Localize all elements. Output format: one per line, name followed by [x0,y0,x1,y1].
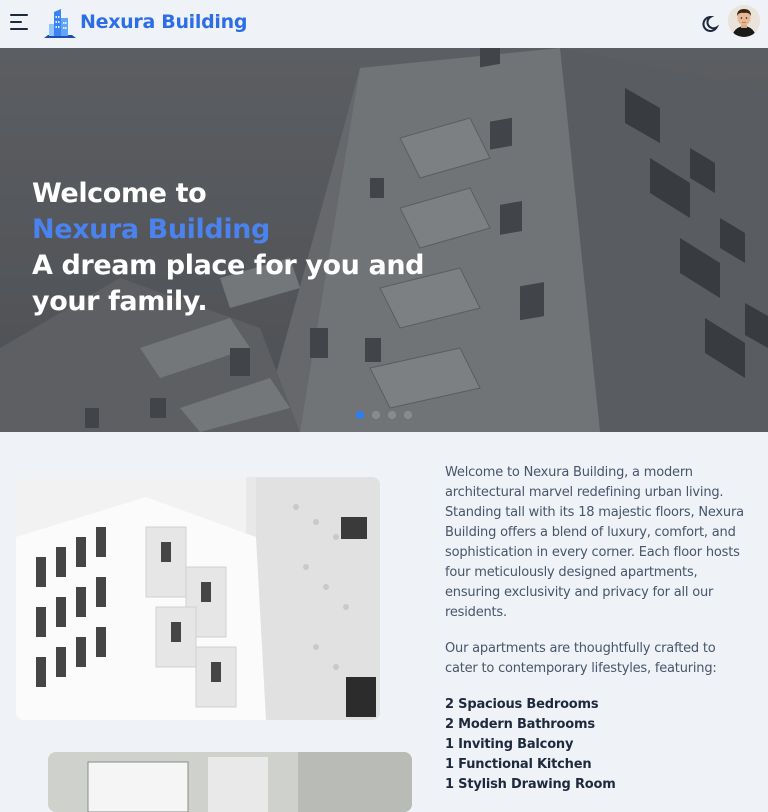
hero-line-2: Nexura Building [32,214,270,245]
about-paragraph-2: Our apartments are thoughtfully crafted … [445,641,717,676]
brand-name[interactable]: Nexura Building [80,11,247,33]
hero-heading: Welcome to Nexura Building A dream place… [32,176,424,320]
hero-line-1: Welcome to [32,178,207,209]
moon-icon[interactable] [702,14,722,34]
hero-line-3: A dream place for you and [32,250,425,281]
carousel-dot-1[interactable] [356,411,364,419]
about-section: Welcome to Nexura Building, a modern arc… [445,463,745,795]
hamburger-menu-icon[interactable] [10,14,30,32]
feature-item: 1 Inviting Balcony [445,737,574,752]
user-avatar[interactable] [728,5,760,37]
hero-line-4: your family. [32,286,208,317]
feature-item: 1 Functional Kitchen [445,757,592,772]
carousel-dot-2[interactable] [372,411,380,419]
carousel-dot-3[interactable] [388,411,396,419]
feature-item: 2 Spacious Bedrooms [445,697,599,712]
building-photo-2 [48,752,412,812]
hero-carousel[interactable]: Welcome to Nexura Building A dream place… [0,48,768,432]
feature-item: 2 Modern Bathrooms [445,717,595,732]
carousel-dot-4[interactable] [404,411,412,419]
building-logo-icon[interactable] [42,8,78,40]
top-navbar: Nexura Building [0,0,768,48]
carousel-indicators [356,411,412,419]
building-photo-1 [16,477,380,720]
features-list: 2 Spacious Bedrooms 2 Modern Bathrooms 1… [445,695,745,795]
about-paragraph-1: Welcome to Nexura Building, a modern arc… [445,465,744,620]
feature-item: 1 Stylish Drawing Room [445,777,616,792]
